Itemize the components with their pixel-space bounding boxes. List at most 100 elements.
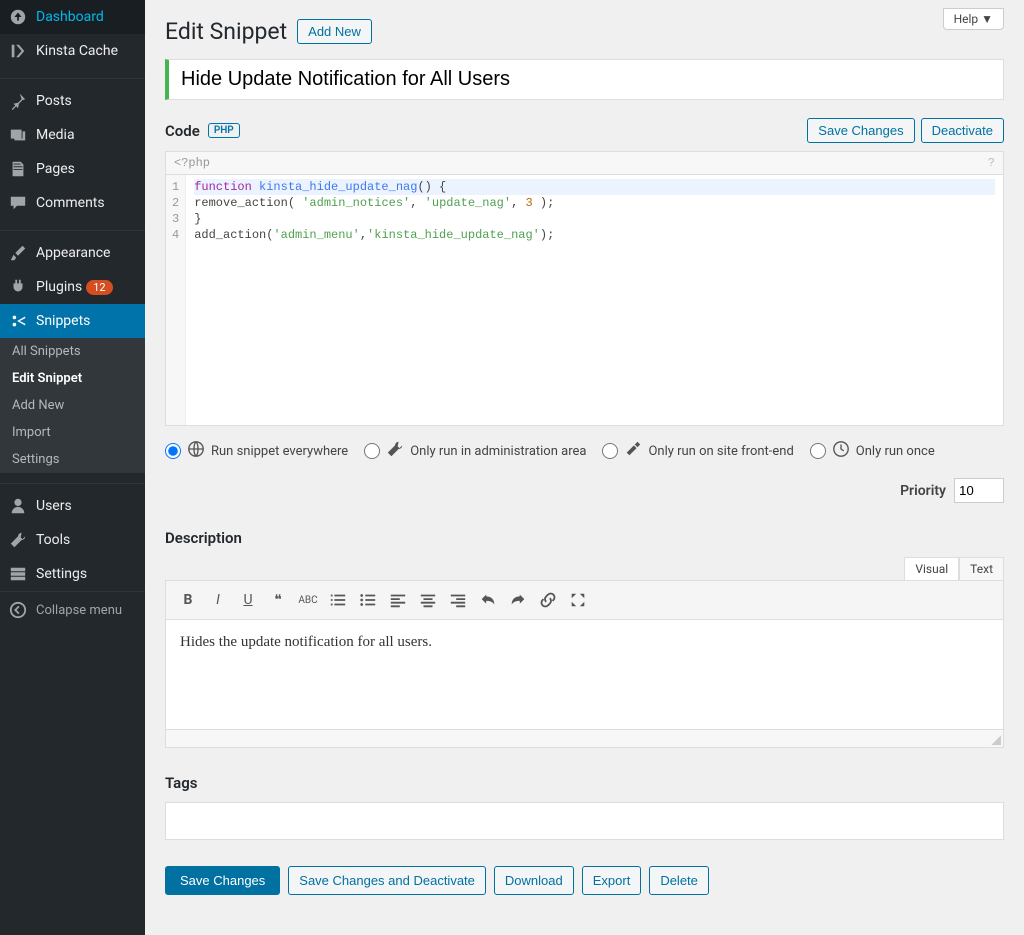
snippet-title-input[interactable] bbox=[165, 59, 1004, 100]
sidebar-label: Pages bbox=[36, 161, 75, 177]
code-header-lang: <?php bbox=[174, 156, 210, 170]
align-center-icon[interactable] bbox=[414, 586, 442, 614]
sidebar-label: Tools bbox=[36, 532, 70, 548]
sidebar-label: Kinsta Cache bbox=[36, 43, 118, 59]
editor-tab-visual[interactable]: Visual bbox=[904, 557, 959, 580]
pages-icon bbox=[8, 159, 28, 179]
editor-toolbar: B I U ❝ ABC bbox=[165, 580, 1004, 620]
sidebar-label: Snippets bbox=[36, 313, 90, 329]
sidebar-item-media[interactable]: Media bbox=[0, 118, 145, 152]
admin-sidebar: Dashboard Kinsta Cache Posts Media Pages… bbox=[0, 0, 145, 935]
globe-icon bbox=[187, 440, 205, 462]
snippets-submenu: All Snippets Edit Snippet Add New Import… bbox=[0, 338, 145, 473]
submenu-all-snippets[interactable]: All Snippets bbox=[0, 338, 145, 365]
code-lines[interactable]: function kinsta_hide_update_nag() {remov… bbox=[186, 175, 1003, 425]
sidebar-item-posts[interactable]: Posts bbox=[0, 84, 145, 118]
sidebar-item-kinsta-cache[interactable]: Kinsta Cache bbox=[0, 34, 145, 68]
pin-icon bbox=[8, 91, 28, 111]
submenu-settings[interactable]: Settings bbox=[0, 446, 145, 473]
sidebar-item-tools[interactable]: Tools bbox=[0, 523, 145, 557]
main-content: Help ▼ Edit Snippet Add New Code PHP Sav… bbox=[145, 0, 1024, 935]
tags-section-label: Tags bbox=[165, 774, 1004, 792]
save-changes-button-top[interactable]: Save Changes bbox=[807, 118, 914, 143]
undo-icon[interactable] bbox=[474, 586, 502, 614]
run-label: Only run in administration area bbox=[410, 444, 586, 459]
deactivate-button[interactable]: Deactivate bbox=[921, 118, 1004, 143]
sidebar-item-dashboard[interactable]: Dashboard bbox=[0, 0, 145, 34]
run-radio-admin[interactable] bbox=[364, 443, 380, 459]
run-options: Run snippet everywhere Only run in admin… bbox=[165, 440, 1004, 503]
italic-icon[interactable]: I bbox=[204, 586, 232, 614]
sidebar-item-comments[interactable]: Comments bbox=[0, 186, 145, 220]
run-radio-everywhere[interactable] bbox=[165, 443, 181, 459]
add-new-button[interactable]: Add New bbox=[297, 19, 372, 44]
export-button[interactable]: Export bbox=[582, 866, 642, 895]
hammer-icon bbox=[624, 440, 642, 462]
save-changes-button[interactable]: Save Changes bbox=[165, 866, 280, 895]
sidebar-label: Appearance bbox=[36, 245, 110, 261]
align-right-icon[interactable] bbox=[444, 586, 472, 614]
description-section-label: Description bbox=[165, 529, 1004, 547]
redo-icon[interactable] bbox=[504, 586, 532, 614]
run-option-once[interactable]: Only run once bbox=[810, 440, 935, 462]
sidebar-item-appearance[interactable]: Appearance bbox=[0, 236, 145, 270]
tags-input[interactable] bbox=[165, 802, 1004, 840]
code-editor[interactable]: <?php? 1234 function kinsta_hide_update_… bbox=[165, 151, 1004, 426]
sidebar-label: Dashboard bbox=[36, 9, 104, 25]
submenu-import[interactable]: Import bbox=[0, 419, 145, 446]
run-option-frontend[interactable]: Only run on site front-end bbox=[602, 440, 793, 462]
sidebar-label: Settings bbox=[36, 566, 87, 582]
sliders-icon bbox=[8, 564, 28, 584]
run-label: Run snippet everywhere bbox=[211, 444, 348, 459]
help-tab[interactable]: Help ▼ bbox=[943, 8, 1004, 30]
plug-icon bbox=[8, 277, 28, 297]
bold-icon[interactable]: B bbox=[174, 586, 202, 614]
description-editor[interactable]: Hides the update notification for all us… bbox=[165, 620, 1004, 730]
sidebar-item-pages[interactable]: Pages bbox=[0, 152, 145, 186]
description-text: Hides the update notification for all us… bbox=[180, 634, 432, 650]
sidebar-item-snippets[interactable]: Snippets bbox=[0, 304, 145, 338]
list-ol-icon[interactable] bbox=[324, 586, 352, 614]
user-icon bbox=[8, 496, 28, 516]
strike-icon[interactable]: ABC bbox=[294, 586, 322, 614]
underline-icon[interactable]: U bbox=[234, 586, 262, 614]
priority-input[interactable] bbox=[954, 478, 1004, 503]
editor-tab-text[interactable]: Text bbox=[959, 557, 1004, 580]
code-gutter: 1234 bbox=[166, 175, 186, 425]
editor-statusbar bbox=[165, 730, 1004, 748]
sidebar-label: Media bbox=[36, 127, 75, 143]
run-option-admin[interactable]: Only run in administration area bbox=[364, 440, 586, 462]
sidebar-label: Posts bbox=[36, 93, 72, 109]
link-icon[interactable] bbox=[534, 586, 562, 614]
fullscreen-icon[interactable] bbox=[564, 586, 592, 614]
priority-label: Priority bbox=[900, 483, 946, 499]
run-radio-frontend[interactable] bbox=[602, 443, 618, 459]
run-option-everywhere[interactable]: Run snippet everywhere bbox=[165, 440, 348, 462]
save-and-deactivate-button[interactable]: Save Changes and Deactivate bbox=[288, 866, 486, 895]
run-label: Only run once bbox=[856, 444, 935, 459]
delete-button[interactable]: Delete bbox=[649, 866, 709, 895]
submenu-add-new[interactable]: Add New bbox=[0, 392, 145, 419]
align-left-icon[interactable] bbox=[384, 586, 412, 614]
sidebar-item-users[interactable]: Users bbox=[0, 489, 145, 523]
code-help-icon[interactable]: ? bbox=[988, 156, 995, 170]
scissors-icon bbox=[8, 311, 28, 331]
sidebar-item-settings[interactable]: Settings bbox=[0, 557, 145, 591]
collapse-icon bbox=[8, 600, 28, 620]
collapse-menu[interactable]: Collapse menu bbox=[0, 591, 145, 628]
wrench-icon bbox=[8, 530, 28, 550]
list-ul-icon[interactable] bbox=[354, 586, 382, 614]
comment-icon bbox=[8, 193, 28, 213]
run-radio-once[interactable] bbox=[810, 443, 826, 459]
sidebar-item-plugins[interactable]: Plugins 12 bbox=[0, 270, 145, 304]
sidebar-label: Comments bbox=[36, 195, 105, 211]
run-label: Only run on site front-end bbox=[648, 444, 793, 459]
submenu-edit-snippet[interactable]: Edit Snippet bbox=[0, 365, 145, 392]
sidebar-label: Users bbox=[36, 498, 72, 514]
quote-icon[interactable]: ❝ bbox=[264, 586, 292, 614]
lang-badge: PHP bbox=[208, 123, 240, 138]
page-title: Edit Snippet bbox=[165, 18, 287, 45]
gauge-icon bbox=[8, 7, 28, 27]
sidebar-label: Plugins bbox=[36, 279, 82, 295]
download-button[interactable]: Download bbox=[494, 866, 574, 895]
